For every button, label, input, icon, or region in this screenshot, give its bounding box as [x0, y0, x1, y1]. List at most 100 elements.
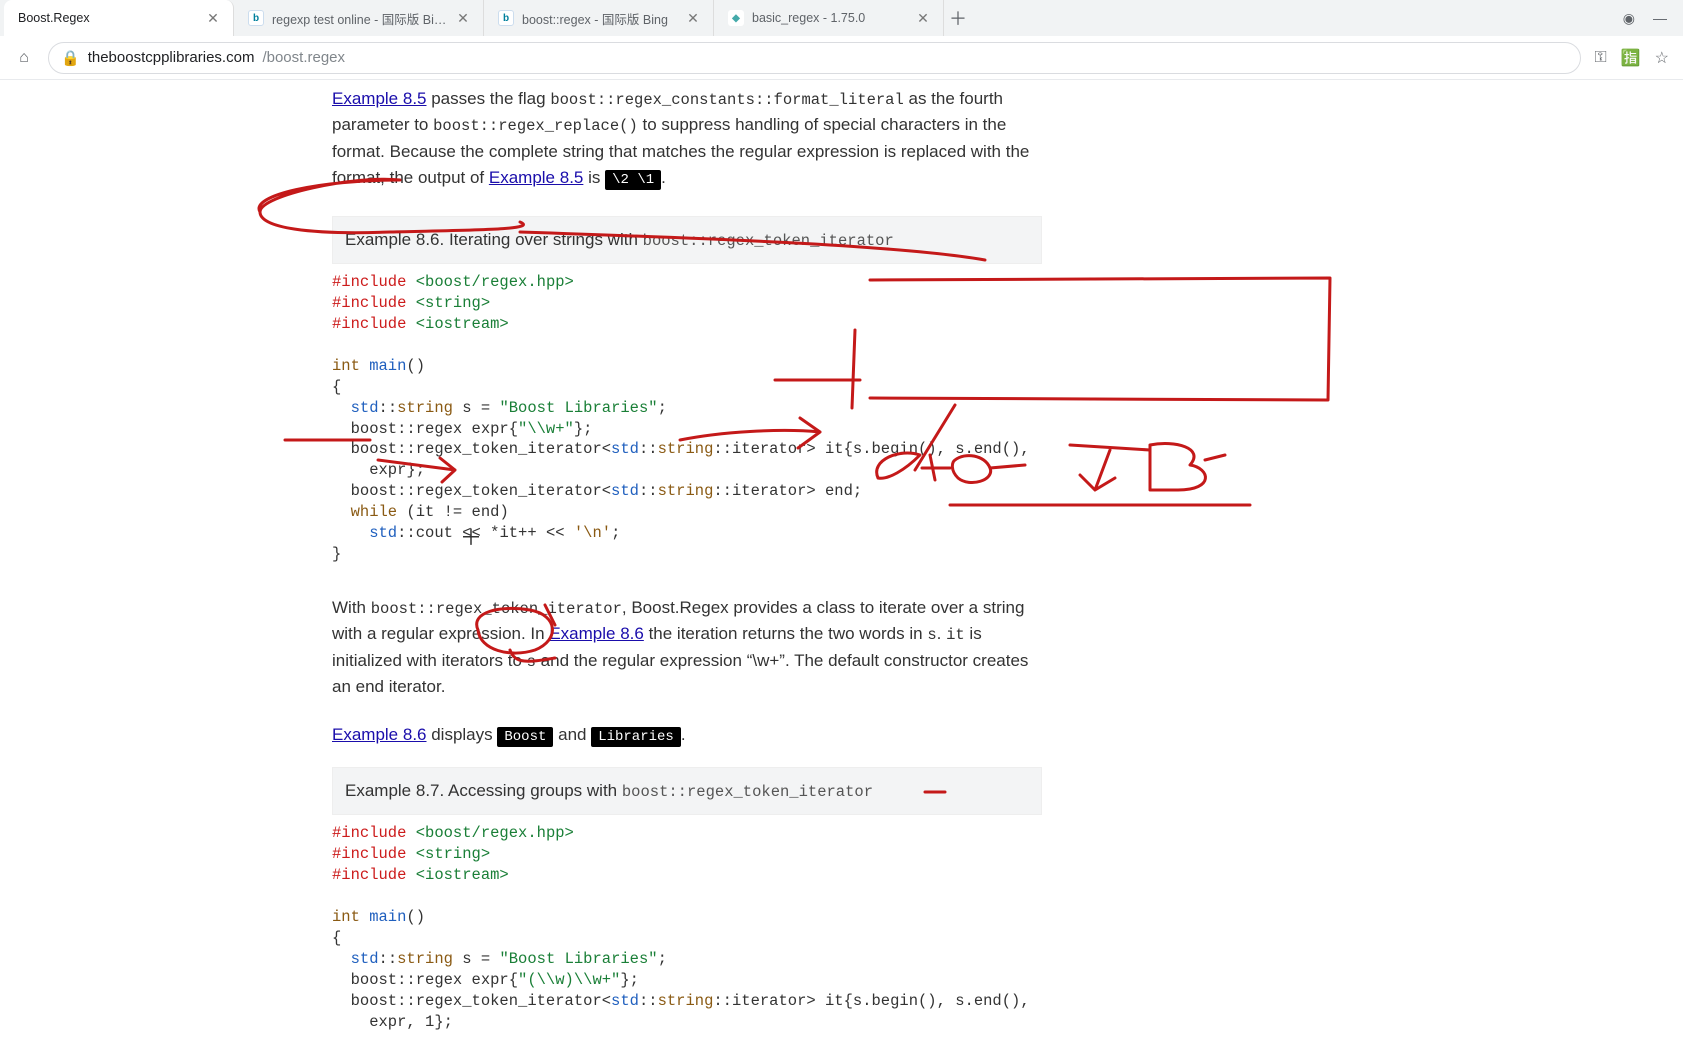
tab-close-icon[interactable]: ✕: [455, 10, 471, 26]
tab-close-icon[interactable]: ✕: [205, 10, 221, 26]
tk: #include: [332, 294, 406, 312]
code-inline: s: [927, 626, 936, 644]
link-example-8-5[interactable]: Example 8.5: [332, 89, 427, 108]
article-content: Example 8.5 passes the flag boost::regex…: [332, 80, 1042, 1041]
bookmark-icon[interactable]: ☆: [1655, 48, 1669, 68]
key-icon[interactable]: ⚿: [1595, 49, 1607, 67]
tk: ::: [379, 399, 398, 417]
url-path: /boost.regex: [262, 49, 345, 66]
tk: boost::regex_token_iterator<: [332, 440, 611, 458]
tk: };: [574, 420, 593, 438]
tk: std: [332, 524, 397, 542]
bing-favicon-icon: b: [498, 10, 514, 26]
tab-basic-regex[interactable]: ◆ basic_regex - 1.75.0 ✕: [714, 0, 944, 36]
tk: ::iterator> end;: [713, 482, 862, 500]
tab-bing-boost-regex[interactable]: b boost::regex - 国际版 Bing ✕: [484, 0, 714, 36]
tk: "(\\w)\\w+": [518, 971, 620, 989]
text: .: [661, 168, 666, 187]
tk: std: [332, 950, 379, 968]
code-inline: s: [527, 653, 536, 671]
tk: #include: [332, 824, 406, 842]
tk: s =: [453, 399, 500, 417]
tk: ::: [639, 440, 658, 458]
crosshair-cursor-icon: ＋: [460, 520, 482, 552]
page-viewport: Example 8.5 passes the flag boost::regex…: [0, 80, 1683, 1052]
code-inline: boost::regex_constants::format_literal: [550, 91, 903, 109]
code-inline: boost::regex_token_iterator: [643, 232, 894, 250]
tk: ;: [658, 399, 667, 417]
tk: string: [397, 950, 453, 968]
tk: ::cout << *it++ <<: [397, 524, 574, 542]
tk: #include: [332, 315, 406, 333]
address-bar[interactable]: 🔒 theboostcpplibraries.com/boost.regex: [48, 42, 1581, 74]
text: With: [332, 598, 371, 617]
tk: #include: [332, 866, 406, 884]
tk: std: [611, 992, 639, 1010]
tk: '\n': [574, 524, 611, 542]
tab-close-icon[interactable]: ✕: [915, 10, 931, 26]
tk: string: [658, 440, 714, 458]
tab-title: basic_regex - 1.75.0: [752, 11, 907, 25]
code-inline: boost::regex_token_iterator: [622, 783, 873, 801]
tk: boost::regex expr{: [332, 971, 518, 989]
url-domain: theboostcpplibraries.com: [88, 49, 255, 66]
lock-icon: 🔒: [61, 49, 80, 67]
output-literal: \2 \1: [605, 170, 661, 190]
home-icon[interactable]: ⌂: [14, 48, 34, 68]
output-literal: Boost: [497, 727, 553, 747]
tab-close-icon[interactable]: ✕: [685, 10, 701, 26]
tab-title: regexp test online - 国际版 Bing: [272, 9, 447, 28]
bing-favicon-icon: b: [248, 10, 264, 26]
text: the iteration returns the two words in: [644, 624, 927, 643]
tk: {: [332, 378, 341, 396]
tab-bing-regexp-test[interactable]: b regexp test online - 国际版 Bing ✕: [234, 0, 484, 36]
example-8-6-title: Example 8.6. Iterating over strings with…: [332, 216, 1042, 264]
tk: <string>: [406, 294, 490, 312]
tk: s =: [453, 950, 500, 968]
tk: (it != end): [397, 503, 509, 521]
tk: {: [332, 929, 341, 947]
tk: <boost/regex.hpp>: [406, 273, 573, 291]
account-icon[interactable]: ◉: [1623, 10, 1635, 27]
translate-icon[interactable]: 🈯: [1621, 48, 1641, 68]
tk: expr, 1};: [332, 1013, 453, 1031]
text: Example 8.6. Iterating over strings with: [345, 230, 643, 249]
link-example-8-5[interactable]: Example 8.5: [489, 168, 584, 187]
browser-toolbar: ⌂ 🔒 theboostcpplibraries.com/boost.regex…: [0, 36, 1683, 80]
code-inline: it: [946, 626, 965, 644]
tk: "\\w+": [518, 420, 574, 438]
text: displays: [427, 725, 498, 744]
tk: ;: [658, 950, 667, 968]
tk: ::: [379, 950, 398, 968]
tk: #include: [332, 845, 406, 863]
tk: expr};: [332, 461, 425, 479]
tk: main: [360, 908, 407, 926]
link-example-8-6[interactable]: Example 8.6: [332, 725, 427, 744]
code-inline: boost::regex_token_iterator: [371, 600, 622, 618]
code-block-8-6: #include <boost/regex.hpp> #include <str…: [332, 264, 1042, 573]
tk: boost::regex_token_iterator<: [332, 992, 611, 1010]
tab-boost-regex[interactable]: Boost.Regex ✕: [4, 0, 234, 36]
tk: ::: [639, 482, 658, 500]
tk: std: [611, 482, 639, 500]
tk: ;: [611, 524, 620, 542]
text: is: [583, 168, 605, 187]
text: .: [937, 624, 946, 643]
link-example-8-6[interactable]: Example 8.6: [549, 624, 644, 643]
text: and: [553, 725, 591, 744]
minimize-icon[interactable]: —: [1653, 10, 1667, 26]
tk: ::iterator> it{s.begin(), s.end(),: [713, 440, 1029, 458]
tk: while: [332, 503, 397, 521]
text: .: [681, 725, 686, 744]
tk: int: [332, 357, 360, 375]
tk: string: [658, 992, 714, 1010]
paragraph-intro: Example 8.5 passes the flag boost::regex…: [332, 86, 1042, 192]
tk: boost::regex expr{: [332, 420, 518, 438]
tk: "Boost Libraries": [499, 399, 657, 417]
new-tab-button[interactable]: ＋: [944, 0, 972, 36]
tk: "Boost Libraries": [499, 950, 657, 968]
text: passes the flag: [427, 89, 551, 108]
code-inline: boost::regex_replace(): [433, 117, 638, 135]
tk: std: [611, 440, 639, 458]
tk: ::iterator> it{s.begin(), s.end(),: [713, 992, 1029, 1010]
